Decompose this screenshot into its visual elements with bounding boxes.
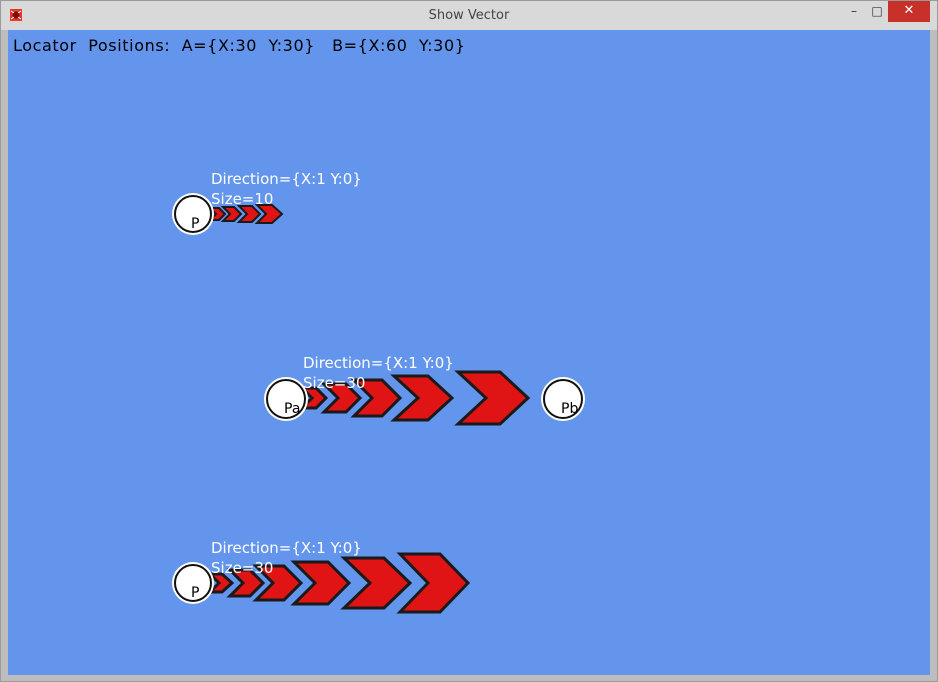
vector-scene: P Direction={X:1 Y:0} Size=10 Pa Pb Dire… xyxy=(172,170,585,614)
drawing-canvas[interactable]: Locator Positions: A={X:30 Y:30} B={X:60… xyxy=(8,30,930,675)
size-label: Size=30 xyxy=(303,374,365,392)
title-bar[interactable]: Show Vector – □ ✕ xyxy=(1,1,937,30)
point-label: P xyxy=(191,585,199,601)
point-label-b: Pb xyxy=(561,401,578,417)
vector-3: P Direction={X:1 Y:0} Size=30 xyxy=(172,539,471,614)
app-window: Show Vector – □ ✕ Locator Positions: A={… xyxy=(0,0,938,682)
direction-label: Direction={X:1 Y:0} xyxy=(211,170,362,188)
direction-label: Direction={X:1 Y:0} xyxy=(303,354,454,372)
vector-1: P Direction={X:1 Y:0} Size=10 xyxy=(172,170,362,235)
window-title: Show Vector xyxy=(428,8,510,23)
direction-label: Direction={X:1 Y:0} xyxy=(211,539,362,557)
maximize-button[interactable]: □ xyxy=(867,1,887,22)
point-label-a: Pa xyxy=(284,401,300,417)
size-label: Size=30 xyxy=(211,559,273,577)
minimize-button[interactable]: – xyxy=(838,1,870,22)
size-label: Size=10 xyxy=(211,190,273,208)
point-label: P xyxy=(191,216,199,232)
close-button[interactable]: ✕ xyxy=(888,1,930,22)
vector-2: Pa Pb Direction={X:1 Y:0} Size=30 xyxy=(264,354,585,426)
